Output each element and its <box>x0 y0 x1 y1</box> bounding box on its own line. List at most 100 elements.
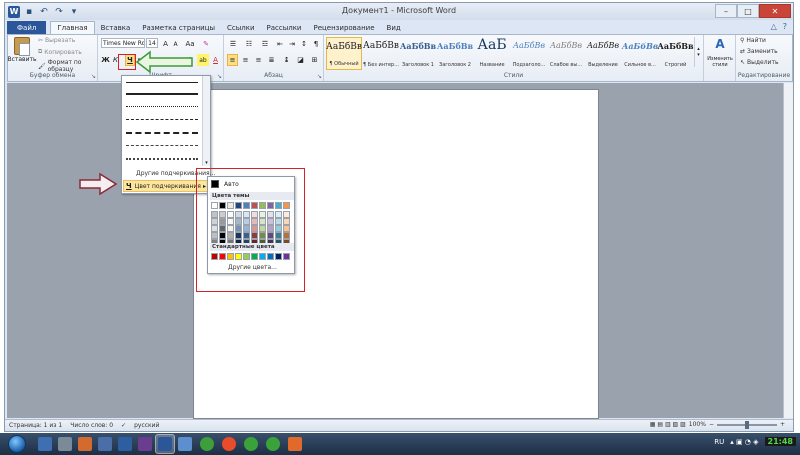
style-normal[interactable]: АаБбВв ¶ Обычный <box>326 37 362 70</box>
increase-indent-icon[interactable]: ⇥ <box>287 38 297 50</box>
sort-icon[interactable]: ↕ <box>299 38 309 50</box>
folder-icon[interactable] <box>58 437 72 451</box>
shading-icon[interactable]: ◪ <box>295 54 306 66</box>
maximize-button[interactable]: □ <box>737 4 759 18</box>
app-icon-6[interactable] <box>266 437 280 451</box>
word-taskbar-icon[interactable] <box>118 437 132 451</box>
align-right-icon[interactable]: ≡ <box>253 54 264 66</box>
shrink-font-button[interactable]: A <box>171 38 180 50</box>
underline-long-dash[interactable] <box>126 132 198 134</box>
clear-formatting-icon[interactable]: ✎ <box>200 38 212 50</box>
zoom-slider[interactable] <box>716 420 777 429</box>
text-effects-icon[interactable]: A <box>184 54 196 66</box>
style-emphasis[interactable]: АаБбВв Выделение <box>585 37 621 70</box>
app-icon-2[interactable] <box>138 437 152 451</box>
underline-menu-scrollbar[interactable]: ▾ <box>202 76 210 166</box>
underline-single[interactable] <box>126 82 198 83</box>
font-name-combobox[interactable]: Times New Ro <box>101 38 145 48</box>
multilevel-list-icon[interactable]: ☲ <box>259 38 271 50</box>
underline-dashed[interactable] <box>126 119 198 120</box>
style-heading-1[interactable]: АаБбВв Заголовок 1 <box>400 37 436 70</box>
tab-view[interactable]: Вид <box>381 21 407 34</box>
grow-font-button[interactable]: A <box>161 38 170 50</box>
browser-icon[interactable] <box>222 437 236 451</box>
vertical-scrollbar[interactable] <box>783 83 793 418</box>
style-heading-2[interactable]: АаБбВв Заголовок 2 <box>437 37 473 70</box>
paragraph-launcher-icon[interactable]: ↘ <box>317 73 322 80</box>
explorer-icon[interactable] <box>38 437 52 451</box>
firefox-icon[interactable] <box>288 437 302 451</box>
tray-icons[interactable]: ▴ ▣ ◔ ◈ <box>730 438 758 446</box>
style-subtitle[interactable]: АаБбВв Подзаголо... <box>511 37 547 70</box>
close-button[interactable]: ✕ <box>759 4 791 18</box>
replace-button[interactable]: ⇄ Заменить <box>740 48 778 55</box>
highlight-button[interactable]: ab <box>197 54 209 66</box>
app-icon-1[interactable] <box>98 437 112 451</box>
scroll-down-icon[interactable]: ▾ <box>203 160 210 166</box>
word-count[interactable]: Число слов: 0 <box>70 422 113 429</box>
page-count[interactable]: Страница: 1 из 1 <box>9 422 62 429</box>
clipboard-launcher-icon[interactable]: ↘ <box>91 73 96 80</box>
underline-dropdown-icon[interactable]: ▾ <box>136 54 142 66</box>
help-icon[interactable]: ? <box>783 22 787 31</box>
word-active-icon[interactable] <box>158 437 172 451</box>
style-title[interactable]: АаБ Название <box>474 37 510 70</box>
cut-button[interactable]: ✂ Вырезать <box>38 37 75 44</box>
numbering-icon[interactable]: ☷ <box>243 38 255 50</box>
tab-references[interactable]: Ссылки <box>221 21 261 34</box>
change-styles-label[interactable]: Изменить стили <box>704 56 736 68</box>
tab-mailings[interactable]: Рассылки <box>261 21 308 34</box>
proofing-icon[interactable]: ✓ <box>121 422 126 429</box>
format-painter-button[interactable]: 🖌 Формат по образцу <box>38 59 97 73</box>
font-launcher-icon[interactable]: ↘ <box>217 73 222 80</box>
style-strong[interactable]: АаБбВв Строгий <box>657 37 693 70</box>
bold-button[interactable]: Ж <box>101 54 110 66</box>
start-button[interactable] <box>8 435 26 453</box>
style-no-spacing[interactable]: АаБбВв ¶ Без интер... <box>363 37 399 70</box>
tab-page-layout[interactable]: Разметка страницы <box>136 21 221 34</box>
decrease-indent-icon[interactable]: ⇤ <box>275 38 285 50</box>
view-buttons-icon[interactable]: ▦ ▤ ▥ ▧ ▨ <box>650 421 686 428</box>
subscript-button[interactable]: x₂ <box>159 54 170 66</box>
zoom-out-icon[interactable]: − <box>709 421 714 428</box>
bullets-icon[interactable]: ☰ <box>227 38 239 50</box>
tab-insert[interactable]: Вставка <box>95 21 137 34</box>
find-button[interactable]: ⚲ Найти <box>740 37 766 44</box>
superscript-button[interactable]: x² <box>171 54 182 66</box>
show-marks-icon[interactable]: ¶ <box>311 38 321 50</box>
underline-dotted[interactable] <box>126 106 198 107</box>
zoom-level[interactable]: 100% <box>689 421 706 428</box>
paste-button[interactable]: Вставить <box>7 37 37 71</box>
app-icon-5[interactable] <box>244 437 258 451</box>
strikethrough-button[interactable]: abe <box>144 54 158 66</box>
styles-more-icon[interactable]: ▴ ▾ <box>694 37 702 67</box>
font-color-button[interactable]: A <box>210 54 221 66</box>
change-case-button[interactable]: Aa <box>184 38 196 50</box>
select-button[interactable]: ↖ Выделить <box>740 59 779 66</box>
style-subtle-emphasis[interactable]: АаБбВв Слабое вы... <box>548 37 584 70</box>
underline-wave[interactable] <box>126 158 198 160</box>
justify-icon[interactable]: ≣ <box>266 54 277 66</box>
media-icon[interactable] <box>78 437 92 451</box>
language-indicator-tray[interactable]: RU <box>714 438 724 446</box>
app-icon-4[interactable] <box>200 437 214 451</box>
style-intense-emphasis[interactable]: АаБбВв Сильное в... <box>622 37 658 70</box>
align-left-icon[interactable]: ≡ <box>227 54 238 66</box>
copy-button[interactable]: ⧉ Копировать <box>38 48 82 56</box>
zoom-in-icon[interactable]: + <box>780 421 785 428</box>
tab-home[interactable]: Главная <box>50 21 95 34</box>
language-indicator[interactable]: русский <box>134 422 159 429</box>
line-spacing-icon[interactable]: ↨ <box>281 54 292 66</box>
font-size-combobox[interactable]: 14 <box>146 38 158 48</box>
app-icon-3[interactable] <box>178 437 192 451</box>
minimize-button[interactable]: – <box>715 4 737 18</box>
underline-thick[interactable] <box>126 93 198 95</box>
align-center-icon[interactable]: ≡ <box>240 54 251 66</box>
tab-file[interactable]: Файл <box>7 21 47 34</box>
minimize-ribbon-icon[interactable]: △ <box>771 22 777 31</box>
borders-icon[interactable]: ⊞ <box>309 54 320 66</box>
change-styles-icon[interactable]: A <box>710 37 730 51</box>
tab-review[interactable]: Рецензирование <box>308 21 381 34</box>
underline-dot-dash[interactable] <box>126 145 198 146</box>
clock[interactable]: 21:48 <box>764 437 796 446</box>
